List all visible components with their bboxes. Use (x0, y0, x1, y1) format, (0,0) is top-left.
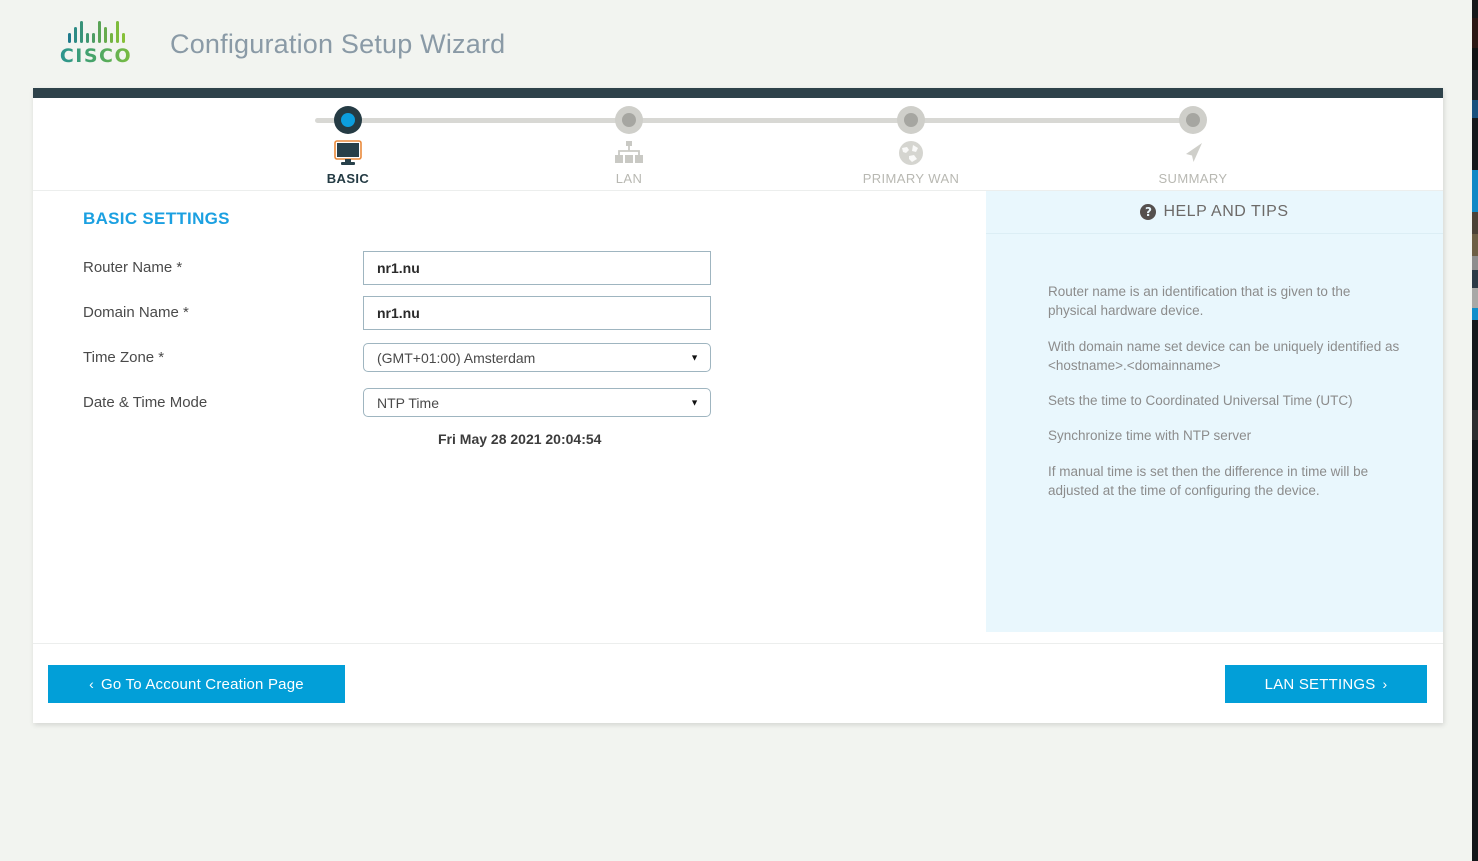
cisco-wordmark: CISCO (60, 45, 132, 67)
wizard-body: BASIC SETTINGS Router Name * Domain Name… (33, 191, 1443, 643)
step-dot-summary (1179, 106, 1207, 134)
date-time-mode-selected-value: NTP Time (377, 395, 439, 411)
date-time-mode-select[interactable]: NTP Time ▼ (363, 388, 711, 417)
help-paragraph: With domain name set device can be uniqu… (1048, 337, 1401, 376)
field-date-time-mode: Date & Time Mode NTP Time ▼ (83, 380, 983, 425)
field-label-router-name: Router Name * (83, 259, 363, 276)
field-time-zone: Time Zone * (GMT+01:00) Amsterdam ▼ (83, 335, 983, 380)
help-paragraph: Sets the time to Coordinated Universal T… (1048, 391, 1401, 410)
step-dot-primary-wan (897, 106, 925, 134)
chevron-down-icon: ▼ (690, 398, 699, 407)
wizard-footer: ‹ Go To Account Creation Page LAN SETTIN… (33, 643, 1443, 724)
question-mark-icon: ? (1140, 204, 1156, 220)
wizard-card: BASIC LAN P (33, 88, 1443, 723)
monitor-icon (263, 139, 433, 167)
router-name-input[interactable] (363, 251, 711, 285)
chevron-left-icon: ‹ (89, 677, 94, 691)
domain-name-input[interactable] (363, 296, 711, 330)
adjacent-window-edge (1472, 0, 1478, 861)
card-top-accent-bar (33, 88, 1443, 98)
current-time-readout: Fri May 28 2021 20:04:54 (438, 431, 983, 447)
time-zone-selected-value: (GMT+01:00) Amsterdam (377, 350, 535, 366)
stepper-label-summary: SUMMARY (1108, 171, 1278, 186)
wizard-stepper: BASIC LAN P (33, 98, 1443, 191)
help-and-tips-panel: ? HELP AND TIPS Router name is an identi… (986, 191, 1443, 643)
help-panel-body: Router name is an identification that is… (986, 234, 1443, 500)
go-to-account-creation-button[interactable]: ‹ Go To Account Creation Page (48, 665, 345, 703)
help-paragraph: If manual time is set then the differenc… (1048, 462, 1401, 501)
field-domain-name: Domain Name * (83, 290, 983, 335)
lan-settings-label: LAN SETTINGS (1265, 676, 1376, 693)
field-label-domain-name: Domain Name * (83, 304, 363, 321)
step-dot-basic (334, 106, 362, 134)
stepper-label-basic: BASIC (263, 171, 433, 186)
cisco-logo-bars (68, 21, 125, 43)
help-paragraph: Router name is an identification that is… (1048, 282, 1401, 321)
field-label-time-zone: Time Zone * (83, 349, 363, 366)
stepper-step-lan[interactable]: LAN (544, 98, 714, 186)
cisco-logo: CISCO (50, 21, 142, 67)
help-panel-header: ? HELP AND TIPS (986, 191, 1443, 234)
stepper-label-lan: LAN (544, 171, 714, 186)
stepper-label-primary-wan: PRIMARY WAN (826, 171, 996, 186)
page-title: Configuration Setup Wizard (170, 29, 505, 60)
chevron-down-icon: ▼ (690, 353, 699, 362)
network-icon (544, 139, 714, 167)
app-header: CISCO Configuration Setup Wizard (0, 0, 1478, 88)
section-title: BASIC SETTINGS (83, 209, 983, 229)
chevron-right-icon: › (1382, 677, 1387, 691)
time-zone-select[interactable]: (GMT+01:00) Amsterdam ▼ (363, 343, 711, 372)
stepper-step-primary-wan[interactable]: PRIMARY WAN (826, 98, 996, 186)
basic-settings-form: BASIC SETTINGS Router Name * Domain Name… (33, 191, 983, 643)
field-label-date-time-mode: Date & Time Mode (83, 394, 363, 411)
stepper-step-summary[interactable]: SUMMARY (1108, 98, 1278, 186)
stepper-step-basic[interactable]: BASIC (263, 98, 433, 186)
go-to-account-creation-label: Go To Account Creation Page (101, 676, 304, 693)
lan-settings-button[interactable]: LAN SETTINGS › (1225, 665, 1427, 703)
help-paragraph: Synchronize time with NTP server (1048, 426, 1401, 445)
field-router-name: Router Name * (83, 245, 983, 290)
cursor-arrow-icon (1108, 139, 1278, 167)
globe-icon (826, 139, 996, 167)
help-panel-title: HELP AND TIPS (1163, 203, 1288, 221)
stepper-track (315, 118, 1195, 123)
step-dot-lan (615, 106, 643, 134)
